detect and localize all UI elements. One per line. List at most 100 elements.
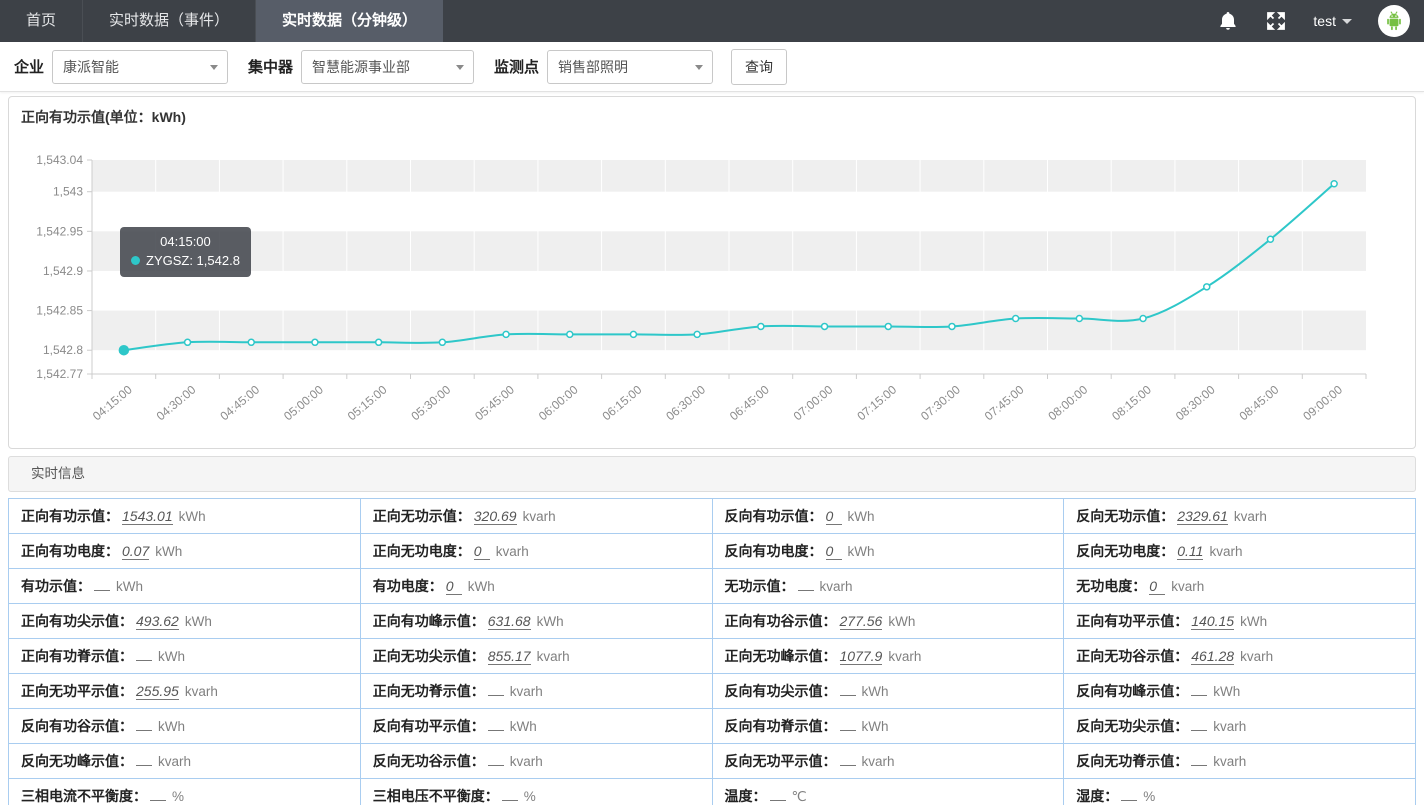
- metric-cell: 正向有功谷示值：277.56kWh: [712, 604, 1064, 639]
- svg-text:08:45:00: 08:45:00: [1237, 382, 1282, 423]
- metric-unit: kWh: [848, 509, 875, 524]
- query-button[interactable]: 查询: [731, 49, 787, 85]
- fullscreen-icon[interactable]: [1265, 10, 1287, 32]
- metric-cell: 正向无功峰示值：1077.9kvarh: [712, 639, 1064, 674]
- metric-cell: 反向有功平示值：kWh: [360, 709, 712, 744]
- metric-value-link[interactable]: 0: [826, 544, 842, 560]
- metric-value-link[interactable]: 0: [1149, 579, 1165, 595]
- metric-value-link[interactable]: 493.62: [136, 614, 179, 630]
- metric-value-link[interactable]: 2329.61: [1177, 509, 1228, 525]
- svg-text:08:30:00: 08:30:00: [1173, 382, 1218, 423]
- svg-text:06:15:00: 06:15:00: [600, 382, 645, 423]
- metric-value-link[interactable]: [136, 730, 152, 731]
- svg-text:08:15:00: 08:15:00: [1109, 382, 1154, 423]
- metric-value-link[interactable]: [488, 695, 504, 696]
- metric-value-link[interactable]: [136, 765, 152, 766]
- metric-unit: kvarh: [1213, 754, 1246, 769]
- metric-label: 反向有功谷示值：: [21, 718, 133, 734]
- metric-value-link[interactable]: 0: [826, 509, 842, 525]
- svg-text:06:45:00: 06:45:00: [727, 382, 772, 423]
- table-row: 三相电流不平衡度：%三相电压不平衡度：%温度：℃湿度：%: [9, 779, 1416, 805]
- metric-cell: 反向无功平示值：kvarh: [712, 744, 1064, 779]
- line-chart[interactable]: 1,542.771,542.81,542.851,542.91,542.951,…: [9, 97, 1415, 448]
- metric-value-link[interactable]: [150, 800, 166, 801]
- metric-value-link[interactable]: [770, 800, 786, 801]
- metric-label: 正向有功示值：: [21, 508, 119, 524]
- metric-cell: 正向有功脊示值：kWh: [9, 639, 361, 674]
- metric-value-link[interactable]: 631.68: [488, 614, 531, 630]
- tab-realtime-minute[interactable]: 实时数据（分钟级）: [256, 0, 443, 42]
- metric-label: 反向有功尖示值：: [725, 683, 837, 699]
- metric-value-link[interactable]: 140.15: [1191, 614, 1234, 630]
- metric-value-link[interactable]: [502, 800, 518, 801]
- company-select[interactable]: 康派智能: [52, 50, 228, 84]
- metric-value-link[interactable]: [1121, 800, 1137, 801]
- metric-cell: 反向有功脊示值：kWh: [712, 709, 1064, 744]
- metric-value-link[interactable]: 0: [474, 544, 490, 560]
- metric-value-link[interactable]: 320.69: [474, 509, 517, 525]
- metric-label: 反向无功谷示值：: [373, 753, 485, 769]
- metric-value-link[interactable]: 255.95: [136, 684, 179, 700]
- metric-value-link[interactable]: 0: [446, 579, 462, 595]
- metric-cell: 反向有功峰示值：kWh: [1064, 674, 1416, 709]
- metric-label: 正向无功尖示值：: [373, 648, 485, 664]
- realtime-table: 正向有功示值：1543.01kWh正向无功示值：320.69kvarh反向有功示…: [8, 498, 1416, 805]
- metric-label: 正向无功谷示值：: [1076, 648, 1188, 664]
- chevron-down-icon: [695, 65, 703, 70]
- table-row: 有功示值：kWh有功电度：0kWh无功示值：kvarh无功电度：0kvarh: [9, 569, 1416, 604]
- user-menu[interactable]: test: [1313, 13, 1352, 29]
- metric-value-link[interactable]: [1191, 765, 1207, 766]
- metric-unit: kvarh: [1171, 579, 1204, 594]
- metric-value-link[interactable]: [488, 765, 504, 766]
- metric-cell: 反向有功电度：0kWh: [712, 534, 1064, 569]
- metric-value-link[interactable]: [798, 590, 814, 591]
- metric-unit: kWh: [537, 614, 564, 629]
- svg-text:06:00:00: 06:00:00: [536, 382, 581, 423]
- metric-value-link[interactable]: [840, 695, 856, 696]
- android-avatar[interactable]: [1378, 5, 1410, 37]
- svg-text:08:00:00: 08:00:00: [1045, 382, 1090, 423]
- metric-value-link[interactable]: 1543.01: [122, 509, 173, 525]
- nav-tabs: 首页 实时数据（事件） 实时数据（分钟级）: [0, 0, 443, 42]
- metric-cell: 正向有功电度：0.07kWh: [9, 534, 361, 569]
- metric-cell: 湿度：%: [1064, 779, 1416, 805]
- metric-label: 反向无功峰示值：: [21, 753, 133, 769]
- metric-value-link[interactable]: 855.17: [488, 649, 531, 665]
- metric-cell: 正向有功平示值：140.15kWh: [1064, 604, 1416, 639]
- metric-label: 反向有功平示值：: [373, 718, 485, 734]
- metric-value-link[interactable]: [840, 765, 856, 766]
- chevron-down-icon: [456, 65, 464, 70]
- tab-home[interactable]: 首页: [0, 0, 83, 42]
- metric-unit: kvarh: [888, 649, 921, 664]
- tab-realtime-event[interactable]: 实时数据（事件）: [83, 0, 256, 42]
- bell-icon[interactable]: [1217, 10, 1239, 32]
- concentrator-select-value: 智慧能源事业部: [312, 59, 410, 75]
- metric-unit: kWh: [179, 509, 206, 524]
- metric-unit: kWh: [116, 579, 143, 594]
- metric-value-link[interactable]: 0.11: [1177, 544, 1203, 560]
- metric-value-link[interactable]: [1191, 695, 1207, 696]
- metric-cell: 正向无功谷示值：461.28kvarh: [1064, 639, 1416, 674]
- metric-unit: kvarh: [1209, 544, 1242, 559]
- metric-value-link[interactable]: [136, 660, 152, 661]
- metric-value-link[interactable]: 1077.9: [840, 649, 883, 665]
- svg-text:04:45:00: 04:45:00: [217, 382, 262, 423]
- svg-text:1,542.8: 1,542.8: [43, 343, 83, 357]
- metric-value-link[interactable]: 0.07: [122, 544, 149, 560]
- monitor-point-select[interactable]: 销售部照明: [547, 50, 713, 84]
- metric-value-link[interactable]: 461.28: [1191, 649, 1234, 665]
- metric-cell: 反向无功脊示值：kvarh: [1064, 744, 1416, 779]
- metric-label: 反向无功示值：: [1076, 508, 1174, 524]
- metric-unit: kvarh: [820, 579, 853, 594]
- metric-value-link[interactable]: [94, 590, 110, 591]
- metric-cell: 温度：℃: [712, 779, 1064, 805]
- metric-unit: kWh: [1213, 684, 1240, 699]
- metric-value-link[interactable]: [1191, 730, 1207, 731]
- metric-value-link[interactable]: 277.56: [840, 614, 883, 630]
- metric-value-link[interactable]: [840, 730, 856, 731]
- metric-label: 正向有功谷示值：: [725, 613, 837, 629]
- metric-value-link[interactable]: [488, 730, 504, 731]
- concentrator-select[interactable]: 智慧能源事业部: [301, 50, 474, 84]
- metric-cell: 正向无功尖示值：855.17kvarh: [360, 639, 712, 674]
- metric-unit: kvarh: [1213, 719, 1246, 734]
